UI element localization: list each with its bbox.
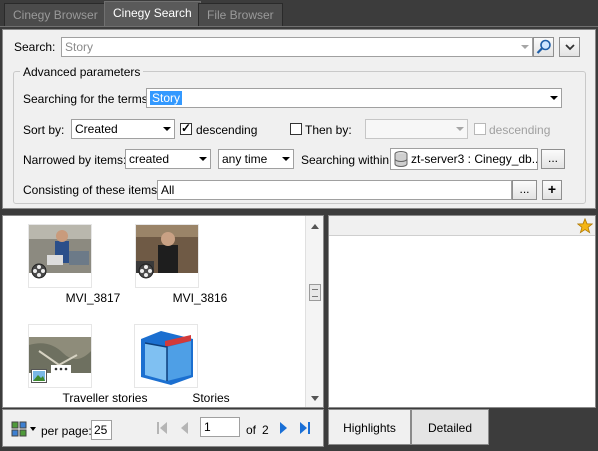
sort-by-select[interactable]: Created (71, 119, 175, 139)
results-grid: MVI_3817 MVI_3816 Traveller stories Stor… (2, 215, 324, 408)
time-dropdown-arrow-icon (282, 157, 290, 161)
tab-highlights[interactable]: Highlights (328, 409, 411, 445)
preview-header (329, 216, 595, 236)
then-descending-label: descending (489, 123, 551, 137)
view-mode-dropdown-icon[interactable] (30, 427, 36, 431)
result-item-label: Stories (192, 391, 230, 405)
sort-by-dropdown-arrow-icon (163, 127, 171, 131)
result-item-label: Traveller stories (62, 391, 148, 405)
consisting-browse-button[interactable]: ... (512, 180, 537, 200)
folder-icon (141, 331, 193, 385)
last-page-icon[interactable] (299, 421, 311, 435)
database-icon (394, 151, 408, 167)
scroll-down-arrow-icon[interactable] (311, 396, 319, 401)
tab-detailed[interactable]: Detailed (411, 409, 489, 445)
then-by-label: Then by: (305, 123, 352, 137)
image-thumbnail (28, 324, 92, 388)
search-input[interactable]: Story (61, 37, 533, 57)
previous-page-icon[interactable] (180, 421, 190, 435)
page-number-input[interactable]: 1 (200, 417, 240, 437)
descending-checkbox[interactable]: ✓ (180, 121, 192, 135)
checkmark-icon: ✓ (181, 121, 192, 135)
results-scrollbar[interactable] (305, 216, 323, 407)
preview-panel (328, 215, 596, 408)
video-thumbnail (135, 224, 199, 288)
within-browse-button[interactable]: ... (541, 149, 565, 169)
then-by-checkbox[interactable] (290, 123, 302, 135)
terms-label: Searching for the terms: (23, 92, 152, 106)
per-page-label: per page: (41, 424, 92, 438)
sort-by-label: Sort by: (23, 123, 65, 137)
next-page-icon[interactable] (278, 421, 288, 435)
tab-file-browser[interactable]: File Browser (198, 3, 283, 26)
video-thumbnail (28, 224, 92, 288)
picture-icon (31, 369, 47, 383)
then-by-dropdown-arrow-icon (456, 127, 464, 131)
star-icon[interactable] (577, 218, 593, 234)
within-label: Searching within: (301, 153, 393, 167)
scroll-thumb[interactable] (309, 284, 321, 301)
view-mode-icon[interactable] (11, 421, 27, 437)
tab-cinegy-search[interactable]: Cinegy Search (104, 1, 201, 27)
folder-thumbnail (134, 324, 198, 388)
search-button[interactable] (533, 37, 554, 57)
total-pages: 2 (262, 423, 269, 437)
add-condition-button[interactable]: + (542, 180, 562, 200)
of-label: of (246, 423, 257, 437)
pager-bar: per page: 25 1 of 2 (2, 409, 324, 447)
terms-input[interactable]: Story (146, 88, 562, 108)
film-reel-icon (31, 263, 47, 279)
tab-cinegy-browser[interactable]: Cinegy Browser (4, 3, 107, 26)
tab-bar: Cinegy Browser Cinegy Search File Browse… (0, 0, 598, 27)
advanced-parameters-title: Advanced parameters (20, 65, 144, 79)
chevron-down-icon (565, 44, 575, 51)
narrowed-select[interactable]: created (125, 149, 211, 169)
first-page-icon[interactable] (156, 421, 168, 435)
terms-dropdown-arrow-icon[interactable] (550, 96, 558, 100)
per-page-input[interactable]: 25 (91, 420, 112, 440)
search-dropdown-arrow-icon[interactable] (521, 45, 529, 49)
within-input[interactable]: zt-server3 : Cinegy_db... (390, 148, 538, 170)
then-descending-checkbox[interactable] (474, 123, 486, 135)
consisting-input[interactable]: All (157, 180, 512, 200)
terms-value: Story (150, 91, 183, 105)
search-panel: Search: Story Advanced parameters Search… (2, 29, 596, 209)
tab-divider (0, 26, 598, 27)
magnifier-icon (536, 39, 551, 54)
result-item-label: MVI_3816 (172, 291, 228, 305)
preview-tabs: Highlights Detailed (328, 409, 596, 447)
consisting-label: Consisting of these items: (23, 183, 161, 197)
result-item-label: MVI_3817 (65, 291, 121, 305)
time-select[interactable]: any time (218, 149, 294, 169)
search-label: Search: (14, 40, 56, 54)
narrowed-dropdown-arrow-icon (199, 157, 207, 161)
film-reel-icon (138, 263, 154, 279)
narrowed-label: Narrowed by items: (23, 153, 127, 167)
descending-label: descending (196, 123, 258, 137)
scroll-up-arrow-icon[interactable] (311, 224, 319, 229)
expand-options-button[interactable] (559, 37, 580, 57)
then-by-select[interactable] (365, 119, 468, 139)
